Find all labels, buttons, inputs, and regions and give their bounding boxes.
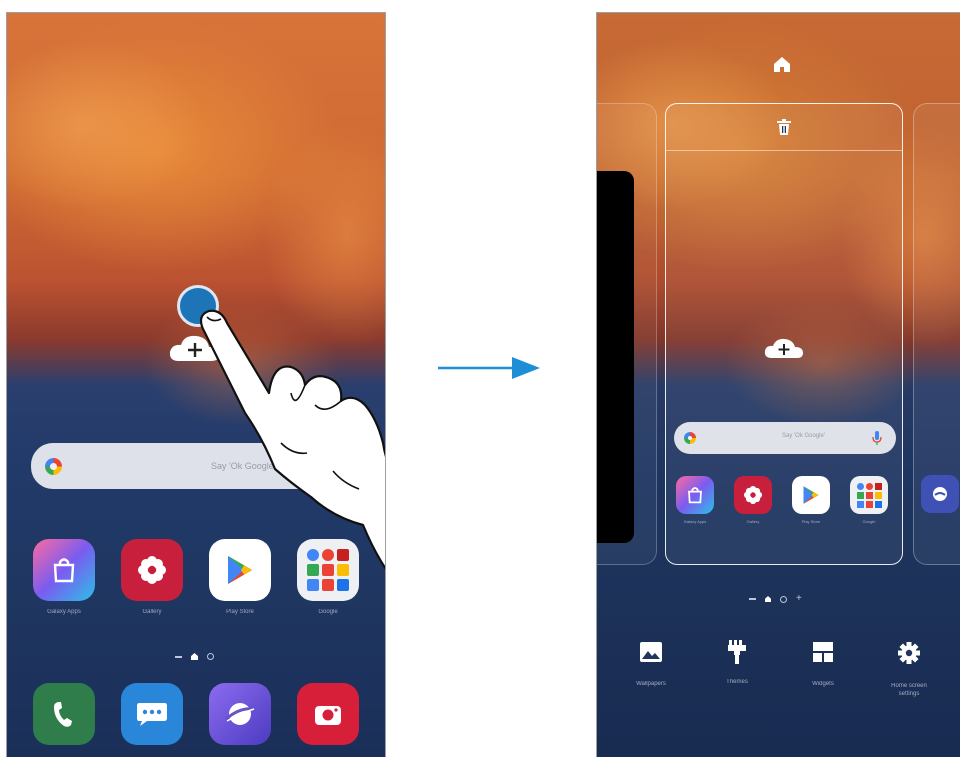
app-label-play-store: Play Store: [226, 609, 254, 615]
wallpapers-tool[interactable]: Wallpapers: [611, 641, 691, 688]
app-label-gallery: Gallery: [142, 609, 162, 615]
menu-indicator: [175, 655, 182, 658]
home-screen-settings-label: Home screen settings: [891, 683, 927, 697]
messages-icon[interactable]: [121, 683, 183, 745]
phone-icon[interactable]: [33, 683, 95, 745]
google-icon: [684, 432, 696, 444]
camera-icon[interactable]: [297, 683, 359, 745]
home-screen-before: Say 'Ok Google' Galaxy Apps Gallery Play…: [6, 12, 386, 757]
themes-label: Themes: [726, 679, 748, 685]
app-label-play-store: Play Store: [801, 519, 821, 524]
home-indicator: [191, 653, 198, 660]
app-label-galaxy-apps: Galaxy Apps: [47, 609, 81, 615]
page-dot: [207, 653, 214, 660]
home-screen-edit-mode: Say 'Ok Google' Galaxy Apps Gallery Play…: [596, 12, 960, 757]
google-icon: [45, 458, 62, 475]
app-label-google: Google: [318, 609, 338, 615]
play-store-icon[interactable]: [792, 476, 830, 514]
cloud-add-icon[interactable]: [764, 336, 804, 365]
trash-icon[interactable]: [776, 118, 792, 136]
page-indicator: +: [749, 593, 802, 604]
page-dot: [780, 595, 787, 603]
app-label-gallery: Gallery: [746, 519, 760, 524]
app-label-galaxy-apps: Galaxy Apps: [683, 519, 707, 524]
wallpapers-label: Wallpapers: [636, 681, 666, 687]
home-screen-settings-tool[interactable]: Home screen settings: [869, 641, 949, 698]
add-page-indicator: +: [796, 593, 802, 604]
left-page-panel: [597, 171, 634, 543]
app-label-google: Google: [862, 519, 876, 524]
widgets-tool[interactable]: Widgets: [783, 641, 863, 688]
settings-icon: [898, 642, 920, 664]
galaxy-store-icon[interactable]: [676, 476, 714, 514]
home-icon[interactable]: [773, 55, 791, 73]
hand-gesture: [199, 309, 385, 570]
page-indicator: [175, 653, 214, 660]
themes-icon: [728, 640, 746, 664]
home-indicator: [765, 596, 771, 602]
menu-indicator: [749, 598, 756, 600]
card-divider: [666, 150, 902, 151]
partial-app-icon[interactable]: [921, 475, 959, 513]
widgets-label: Widgets: [812, 681, 834, 687]
transition-arrow: [438, 357, 540, 379]
widgets-icon: [813, 642, 833, 662]
microphone-icon[interactable]: [872, 430, 882, 446]
google-search-bar[interactable]: Say 'Ok Google': [674, 422, 896, 454]
wallpapers-icon: [640, 642, 662, 662]
current-page-card[interactable]: Say 'Ok Google' Galaxy Apps Gallery Play…: [665, 103, 903, 565]
internet-icon[interactable]: [209, 683, 271, 745]
search-placeholder: Say 'Ok Google': [782, 433, 825, 439]
themes-tool[interactable]: Themes: [697, 639, 777, 686]
galaxy-store-icon[interactable]: [33, 539, 95, 601]
gallery-icon[interactable]: [121, 539, 183, 601]
google-folder-icon[interactable]: [850, 476, 888, 514]
gallery-icon[interactable]: [734, 476, 772, 514]
